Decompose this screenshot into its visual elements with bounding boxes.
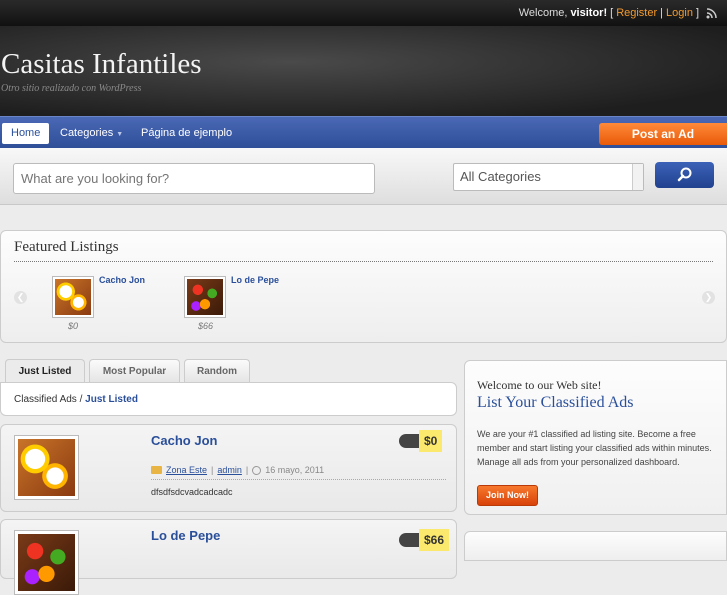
breadcrumb-box: Classified Ads / Just Listed bbox=[0, 382, 457, 416]
listing-thumb[interactable] bbox=[14, 435, 79, 500]
bracket-open: [ bbox=[610, 7, 614, 19]
meta-divider bbox=[151, 479, 446, 480]
listing-category-link[interactable]: Zona Este bbox=[166, 465, 207, 475]
featured-title-1[interactable]: Cacho Jon bbox=[99, 275, 145, 285]
search-bar: All Categories bbox=[0, 148, 727, 205]
featured-thumb-1[interactable] bbox=[52, 276, 94, 318]
nav-categories[interactable]: Categories ▼ bbox=[51, 123, 132, 144]
sidebar-widget bbox=[464, 531, 727, 561]
select-arrows-icon bbox=[632, 164, 643, 190]
listing-meta: Zona Este | admin | 16 mayo, 2011 bbox=[151, 465, 324, 475]
nav-sample-page[interactable]: Página de ejemplo bbox=[132, 123, 241, 144]
search-icon bbox=[677, 167, 692, 182]
chevron-left-icon[interactable]: ❮ bbox=[14, 291, 27, 304]
clock-icon bbox=[252, 465, 262, 475]
nav-sample-page-label: Página de ejemplo bbox=[141, 127, 233, 139]
price-tag: $0 bbox=[399, 430, 443, 452]
site-tagline: Otro sitio realizado con WordPress bbox=[1, 83, 142, 94]
featured-heading: Featured Listings bbox=[14, 239, 119, 255]
listing-title[interactable]: Lo de Pepe bbox=[151, 528, 220, 543]
post-ad-button[interactable]: Post an Ad bbox=[599, 123, 727, 145]
tab-just-listed[interactable]: Just Listed bbox=[5, 359, 85, 383]
login-link[interactable]: Login bbox=[666, 7, 693, 19]
widget-title: List Your Classified Ads bbox=[477, 394, 634, 411]
listing-image bbox=[18, 439, 75, 496]
search-button[interactable] bbox=[655, 162, 714, 188]
featured-image-1 bbox=[55, 279, 91, 315]
listing-item: Cacho Jon $0 Zona Este | admin | 16 mayo… bbox=[0, 424, 457, 512]
site-title[interactable]: Casitas Infantiles bbox=[1, 48, 202, 81]
breadcrumb: Classified Ads / Just Listed bbox=[14, 394, 138, 405]
featured-listings: Featured Listings ❮ ❯ Cacho Jon $0 Lo de… bbox=[0, 230, 727, 343]
rss-icon[interactable] bbox=[706, 7, 717, 19]
featured-divider bbox=[14, 261, 713, 262]
top-bar: Welcome, visitor! [ Register | Login ] bbox=[0, 0, 727, 26]
listing-image bbox=[18, 534, 75, 591]
featured-image-2 bbox=[187, 279, 223, 315]
main-nav: Home Categories ▼ Página de ejemplo Post … bbox=[0, 116, 727, 148]
price-tag-icon bbox=[399, 434, 419, 448]
nav-home-label: Home bbox=[11, 127, 41, 139]
featured-price-2: $66 bbox=[198, 321, 214, 331]
register-link[interactable]: Register bbox=[616, 7, 657, 19]
bracket-close: ] bbox=[695, 7, 699, 19]
tab-random[interactable]: Random bbox=[184, 359, 250, 383]
meta-separator: | bbox=[245, 465, 249, 475]
breadcrumb-current: Just Listed bbox=[85, 394, 138, 405]
link-separator: | bbox=[660, 7, 664, 19]
welcome-text: Welcome, bbox=[518, 7, 568, 19]
welcome-widget: Welcome to our Web site! List Your Class… bbox=[464, 360, 727, 515]
nav-categories-label: Categories bbox=[60, 127, 114, 139]
meta-separator: | bbox=[211, 465, 214, 475]
breadcrumb-root[interactable]: Classified Ads bbox=[14, 394, 77, 405]
tab-most-popular[interactable]: Most Popular bbox=[89, 359, 180, 383]
listing-date: 16 mayo, 2011 bbox=[265, 465, 325, 475]
listing-description: dfsdfsdcvadcadcadc bbox=[151, 487, 233, 497]
listing-title[interactable]: Cacho Jon bbox=[151, 433, 217, 448]
join-now-button[interactable]: Join Now! bbox=[477, 485, 538, 506]
listing-thumb[interactable] bbox=[14, 530, 79, 595]
featured-title-2[interactable]: Lo de Pepe bbox=[231, 275, 279, 285]
listing-author-link[interactable]: admin bbox=[217, 465, 242, 475]
price-tag: $66 bbox=[399, 529, 450, 551]
site-header: Casitas Infantiles Otro sitio realizado … bbox=[0, 26, 727, 116]
listing-price: $0 bbox=[419, 430, 443, 452]
widget-welcome: Welcome to our Web site! bbox=[477, 378, 602, 392]
chevron-down-icon: ▼ bbox=[116, 131, 124, 138]
breadcrumb-separator: / bbox=[79, 394, 83, 405]
featured-price-1: $0 bbox=[68, 321, 79, 331]
listing-item: Lo de Pepe $66 bbox=[0, 519, 457, 595]
nav-home[interactable]: Home bbox=[2, 123, 50, 144]
search-input[interactable] bbox=[13, 163, 375, 194]
welcome-area: Welcome, visitor! [ Register | Login ] bbox=[519, 7, 717, 19]
category-select-value: All Categories bbox=[460, 169, 541, 184]
featured-thumb-2[interactable] bbox=[184, 276, 226, 318]
folder-icon bbox=[151, 466, 162, 474]
welcome-user: visitor! bbox=[570, 7, 608, 19]
category-select[interactable]: All Categories bbox=[453, 163, 644, 191]
listing-price: $66 bbox=[419, 529, 450, 551]
chevron-right-icon[interactable]: ❯ bbox=[702, 291, 715, 304]
widget-text: We are your #1 classified ad listing sit… bbox=[477, 429, 712, 467]
